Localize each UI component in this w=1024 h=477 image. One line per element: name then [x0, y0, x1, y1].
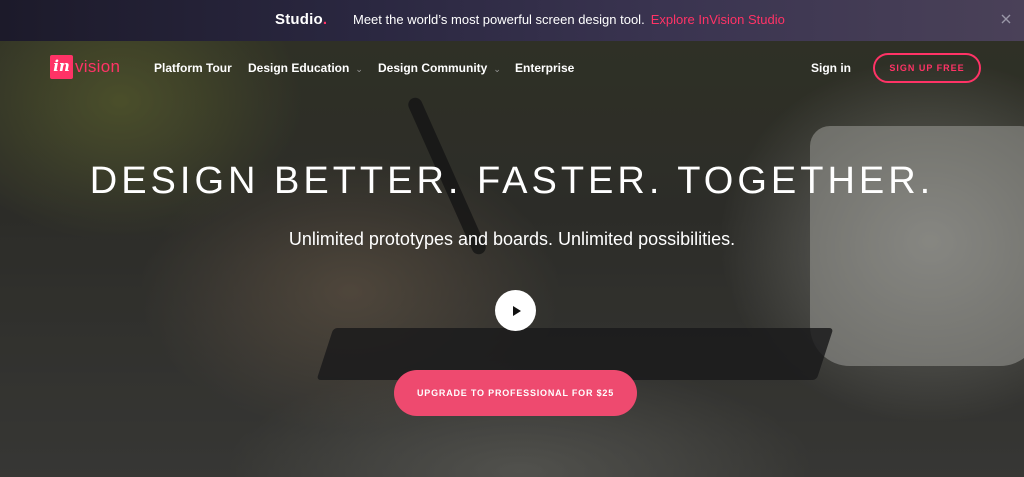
play-icon [512, 305, 521, 316]
nav-design-education[interactable]: Design Education ⌄ [248, 61, 363, 75]
nav-platform-tour-label: Platform Tour [154, 61, 232, 75]
studio-dot: . [322, 11, 328, 28]
play-video-button[interactable] [495, 290, 536, 331]
logo-wordmark: vision [75, 57, 121, 76]
explore-studio-link[interactable]: Explore InVision Studio [651, 12, 785, 27]
nav-platform-tour[interactable]: Platform Tour [154, 61, 232, 75]
logo-mark: in [50, 55, 73, 79]
sign-in-link[interactable]: Sign in [811, 61, 851, 75]
close-icon-glyph [1001, 14, 1011, 24]
hero-subheadline: Unlimited prototypes and boards. Unlimit… [288, 229, 736, 249]
nav-enterprise[interactable]: Enterprise [515, 61, 574, 75]
studio-wordmark: Studio [275, 11, 323, 28]
close-icon[interactable] [998, 12, 1014, 28]
sign-up-button[interactable]: SIGN UP FREE [873, 53, 981, 83]
chevron-down-icon: ⌄ [493, 64, 501, 74]
nav-design-community-label: Design Community [378, 61, 488, 75]
nav-design-community[interactable]: Design Community ⌄ [378, 61, 501, 75]
nav-enterprise-label: Enterprise [515, 61, 575, 75]
invision-logo[interactable]: in vision [50, 54, 120, 80]
studio-logo[interactable]: Studio. [275, 11, 327, 28]
announcement-message: Meet the world’s most powerful screen de… [353, 12, 645, 27]
chevron-down-icon: ⌄ [355, 64, 363, 74]
hero-headline: DESIGN BETTER. FASTER. TOGETHER. [89, 160, 935, 202]
nav-design-education-label: Design Education [248, 61, 350, 75]
announcement-bar: Studio. Meet the world’s most powerful s… [0, 0, 1024, 41]
announcement-text: Meet the world’s most powerful screen de… [353, 12, 785, 27]
upgrade-professional-button[interactable]: UPGRADE TO PROFESSIONAL FOR $25 [394, 370, 637, 416]
